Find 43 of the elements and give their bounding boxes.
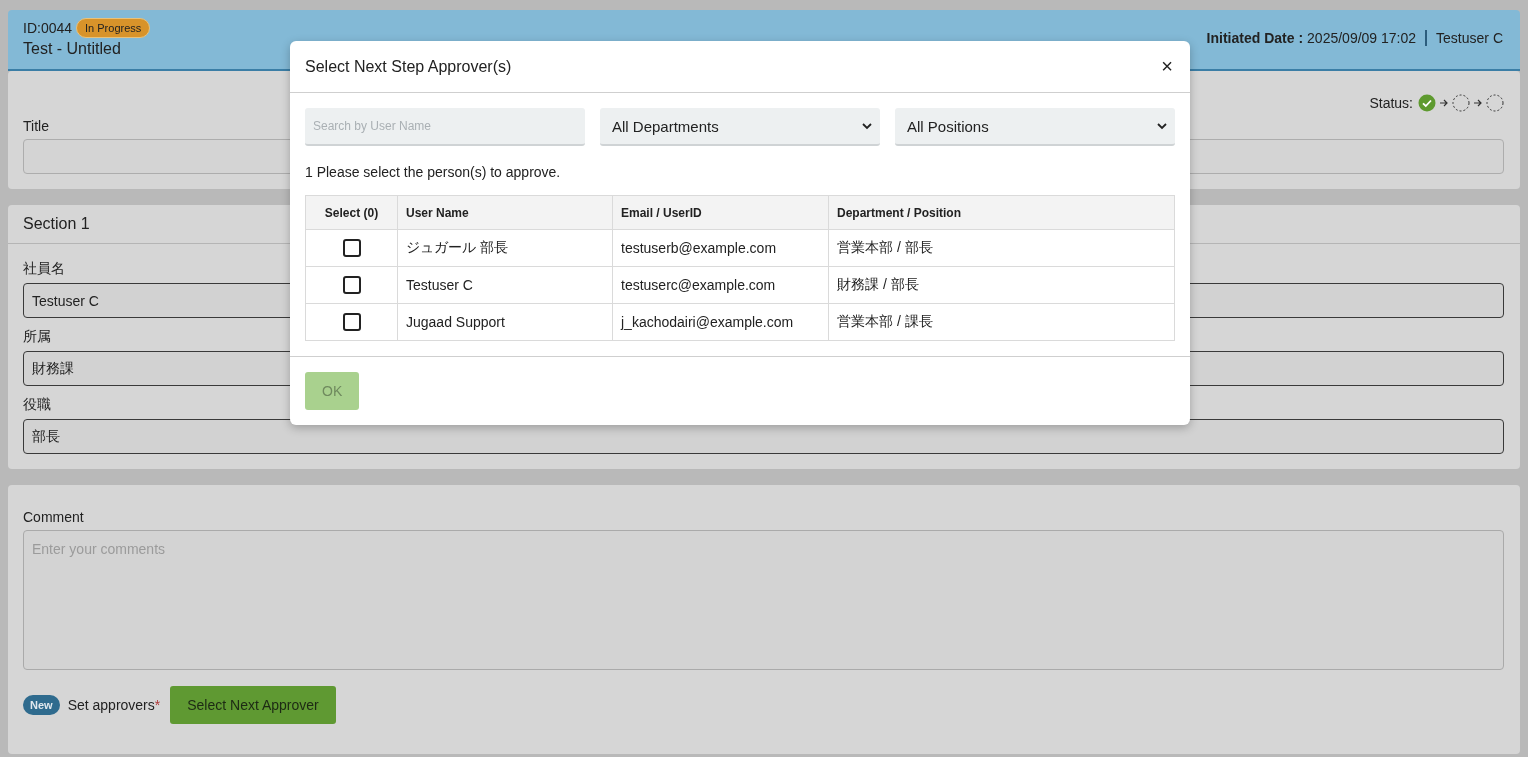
column-header: Email / UserID xyxy=(612,195,829,230)
checkbox[interactable] xyxy=(342,313,361,332)
table-cell: Jugaad Support xyxy=(397,303,613,341)
user-name: Testuser C xyxy=(1425,30,1503,46)
arrow-icon xyxy=(1439,98,1449,108)
chevron-down-icon xyxy=(862,122,872,130)
initiated-date: 2025/09/09 17:02 xyxy=(1307,30,1417,46)
table-cell: testuserb@example.com xyxy=(612,229,829,267)
status-label: Status: xyxy=(1369,95,1413,111)
search-field[interactable]: Search by User Name xyxy=(305,108,585,146)
table-cell: 財務課 / 部長 xyxy=(828,266,1175,304)
record-id: ID:0044 xyxy=(23,20,73,36)
arrow-icon xyxy=(1473,98,1483,108)
field-label: Comment xyxy=(23,509,84,525)
table-cell: 営業本部 / 部長 xyxy=(828,229,1175,267)
table-cell: testuserc@example.com xyxy=(612,266,829,304)
table-cell: ジュガール 部長 xyxy=(397,229,613,267)
select-approver-button[interactable]: Select Next Approver xyxy=(170,686,336,724)
modal-title: Select Next Step Approver(s) xyxy=(305,57,512,76)
comment-field[interactable]: Enter your comments xyxy=(23,530,1504,670)
status-badge: In Progress xyxy=(76,18,151,38)
field-label: 所属 xyxy=(23,328,51,346)
checkbox[interactable] xyxy=(342,276,361,295)
close-button[interactable]: × xyxy=(1159,55,1175,78)
record-title: Test - Untitled xyxy=(23,40,122,58)
table-cell: 営業本部 / 課長 xyxy=(828,303,1175,341)
approvers-label: Set approvers* xyxy=(67,697,161,713)
field-label: Title xyxy=(23,118,49,134)
new-badge: New xyxy=(23,695,60,715)
checkbox[interactable] xyxy=(342,239,361,258)
column-header: Select (0) xyxy=(305,195,398,230)
table-cell: j_kachodairi@example.com xyxy=(612,303,829,341)
text-field[interactable]: 部長 xyxy=(23,419,1504,454)
initiated-label: Initiated Date : xyxy=(1206,30,1304,46)
column-header: Department / Position xyxy=(828,195,1175,230)
table-cell: Testuser C xyxy=(397,266,613,304)
chevron-down-icon xyxy=(1157,122,1167,130)
dropdown[interactable]: All Departments xyxy=(600,108,880,146)
dropdown[interactable]: All Positions xyxy=(895,108,1175,146)
field-label: 社員名 xyxy=(23,260,65,278)
column-header: User Name xyxy=(397,195,613,230)
instruction-text: 1 Please select the person(s) to approve. xyxy=(305,164,562,180)
field-label: 役職 xyxy=(23,396,51,414)
